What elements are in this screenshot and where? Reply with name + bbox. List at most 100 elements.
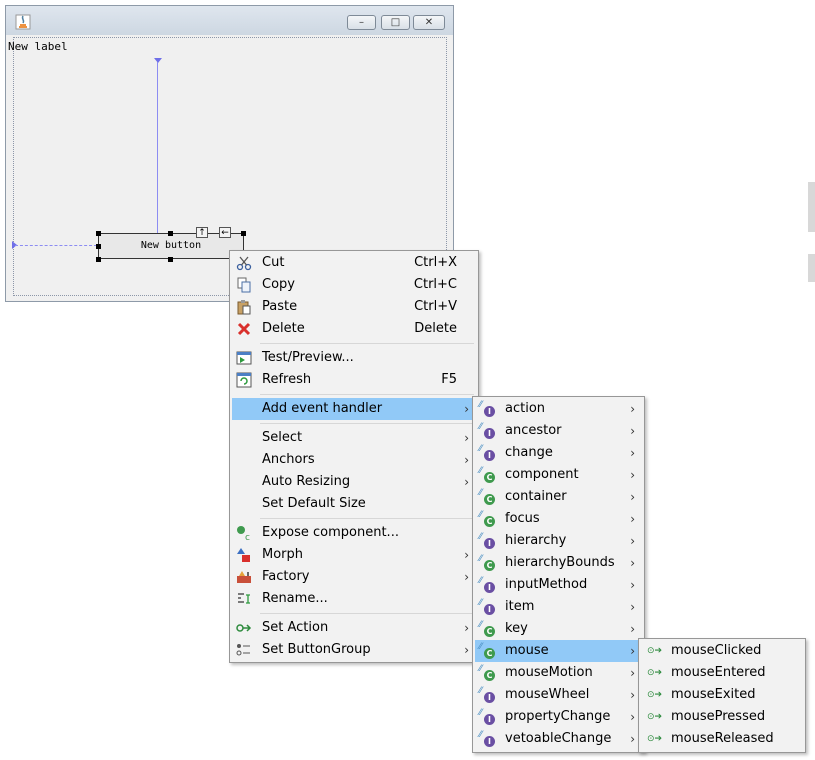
menu-item-set-action[interactable]: Set Action › [232,617,476,639]
event-item-hierarchy[interactable]: ⁄⁄ Ihierarchy › [475,530,642,552]
event-item-component[interactable]: ⁄⁄ Ccomponent › [475,464,642,486]
submenu-arrow-icon: › [464,431,469,445]
menu-separator [260,518,474,519]
menu-item-anchors[interactable]: Anchors › [232,449,476,471]
event-item-hierarchyBounds[interactable]: ⁄⁄ ChierarchyBounds › [475,552,642,574]
event-item-change[interactable]: ⁄⁄ Ichange › [475,442,642,464]
menu-item-refresh[interactable]: Refresh F5 [232,369,476,391]
menu-item-paste[interactable]: Paste Ctrl+V [232,296,476,318]
copy-icon [237,277,251,293]
menu-item-rename[interactable]: Rename... [232,588,476,610]
mouse-event-item-mouseReleased[interactable]: ⊙➔ mouseReleased [641,728,803,750]
listener-adapter-icon: ⁄⁄ C [479,665,495,681]
event-item-mouse[interactable]: ⁄⁄ Cmouse › [475,640,642,662]
event-method-icon: ⊙➔ [647,690,663,700]
mouse-event-submenu: ⊙➔ mouseClicked ⊙➔ mouseEntered ⊙➔ mouseExite… [638,638,806,753]
menu-item-auto-resizing[interactable]: Auto Resizing › [232,471,476,493]
mouse-event-item-mouseExited[interactable]: ⊙➔ mouseExited [641,684,803,706]
event-item-mouseWheel[interactable]: ⁄⁄ ImouseWheel › [475,684,642,706]
listener-interface-icon: ⁄⁄ I [479,687,495,703]
listener-interface-icon: ⁄⁄ I [479,709,495,725]
menu-item-delete[interactable]: Delete Delete [232,318,476,340]
menu-separator [260,423,474,424]
new-label-component[interactable]: New label [8,40,68,53]
minimize-button[interactable]: – [347,15,376,30]
menu-item-factory[interactable]: Factory › [232,566,476,588]
mouse-event-item-mouseClicked[interactable]: ⊙➔ mouseClicked [641,640,803,662]
submenu-arrow-icon: › [630,644,635,658]
menu-item-cut[interactable]: Cut Ctrl+X [232,252,476,274]
event-handler-submenu: ⁄⁄ Iaction › ⁄⁄ Iancestor › ⁄⁄ Ichange › ⁄⁄ Ccompo… [472,396,645,753]
submenu-arrow-icon: › [630,622,635,636]
menu-separator [260,613,474,614]
background-window-edge [808,254,815,282]
maximize-button[interactable]: □ [381,15,410,30]
svg-text:c: c [245,533,250,541]
submenu-arrow-icon: › [630,556,635,570]
resize-handle[interactable] [96,257,101,262]
event-method-icon: ⊙➔ [647,646,663,656]
menu-item-select[interactable]: Select › [232,427,476,449]
mouse-event-item-mouseEntered[interactable]: ⊙➔ mouseEntered [641,662,803,684]
listener-interface-icon: ⁄⁄ I [479,423,495,439]
menu-item-add-event-handler[interactable]: Add event handler › [232,398,476,420]
title-bar: – □ ✕ [6,6,453,35]
submenu-arrow-icon: › [630,710,635,724]
submenu-arrow-icon: › [464,570,469,584]
menu-separator [260,343,474,344]
event-item-propertyChange[interactable]: ⁄⁄ IpropertyChange › [475,706,642,728]
event-item-action[interactable]: ⁄⁄ Iaction › [475,398,642,420]
menu-item-copy[interactable]: Copy Ctrl+C [232,274,476,296]
guide-marker-top-icon [154,58,162,63]
listener-adapter-icon: ⁄⁄ C [479,489,495,505]
submenu-arrow-icon: › [630,732,635,746]
paste-icon [237,300,251,315]
event-item-item[interactable]: ⁄⁄ Iitem › [475,596,642,618]
delete-icon [237,322,251,336]
mouse-event-item-mousePressed[interactable]: ⊙➔ mousePressed [641,706,803,728]
event-item-vetoableChange[interactable]: ⁄⁄ IvetoableChange › [475,728,642,750]
menu-item-set-buttongroup[interactable]: Set ButtonGroup › [232,639,476,661]
menu-item-set-default-size[interactable]: Set Default Size [232,493,476,515]
resize-handle[interactable] [241,231,246,236]
listener-adapter-icon: ⁄⁄ C [479,555,495,571]
event-item-focus[interactable]: ⁄⁄ Cfocus › [475,508,642,530]
close-button[interactable]: ✕ [413,15,445,30]
submenu-arrow-icon: › [630,468,635,482]
expose-icon: c [237,526,250,541]
horizontal-alignment-guide [15,245,97,246]
scissors-icon [236,256,252,271]
event-method-icon: ⊙➔ [647,668,663,678]
menu-item-expose-component[interactable]: c Expose component... [232,522,476,544]
listener-interface-icon: ⁄⁄ I [479,533,495,549]
factory-icon [237,571,251,583]
event-method-icon: ⊙➔ [647,712,663,722]
resize-handle[interactable] [96,231,101,236]
submenu-arrow-icon: › [630,512,635,526]
event-item-key[interactable]: ⁄⁄ Ckey › [475,618,642,640]
listener-interface-icon: ⁄⁄ I [479,445,495,461]
anchor-top-toggle[interactable]: ↑ [196,227,208,238]
anchor-left-toggle[interactable]: ← [219,227,231,238]
preview-icon [236,351,252,365]
rename-icon [238,593,250,604]
submenu-arrow-icon: › [630,402,635,416]
event-item-mouseMotion[interactable]: ⁄⁄ CmouseMotion › [475,662,642,684]
listener-interface-icon: ⁄⁄ I [479,401,495,417]
background-window-edge [808,182,815,232]
menu-item-morph[interactable]: Morph › [232,544,476,566]
event-item-ancestor[interactable]: ⁄⁄ Iancestor › [475,420,642,442]
resize-handle[interactable] [168,231,173,236]
listener-adapter-icon: ⁄⁄ C [479,621,495,637]
menu-item-test-preview[interactable]: Test/Preview... [232,347,476,369]
listener-adapter-icon: ⁄⁄ C [479,511,495,527]
menu-separator [260,394,474,395]
listener-interface-icon: ⁄⁄ I [479,731,495,747]
submenu-arrow-icon: › [630,446,635,460]
event-item-inputMethod[interactable]: ⁄⁄ IinputMethod › [475,574,642,596]
event-item-container[interactable]: ⁄⁄ Ccontainer › [475,486,642,508]
resize-handle[interactable] [96,244,101,249]
resize-handle[interactable] [168,257,173,262]
listener-interface-icon: ⁄⁄ I [479,577,495,593]
context-menu: Cut Ctrl+X Copy Ctrl+C Paste Ctrl+V Dele… [229,250,479,663]
